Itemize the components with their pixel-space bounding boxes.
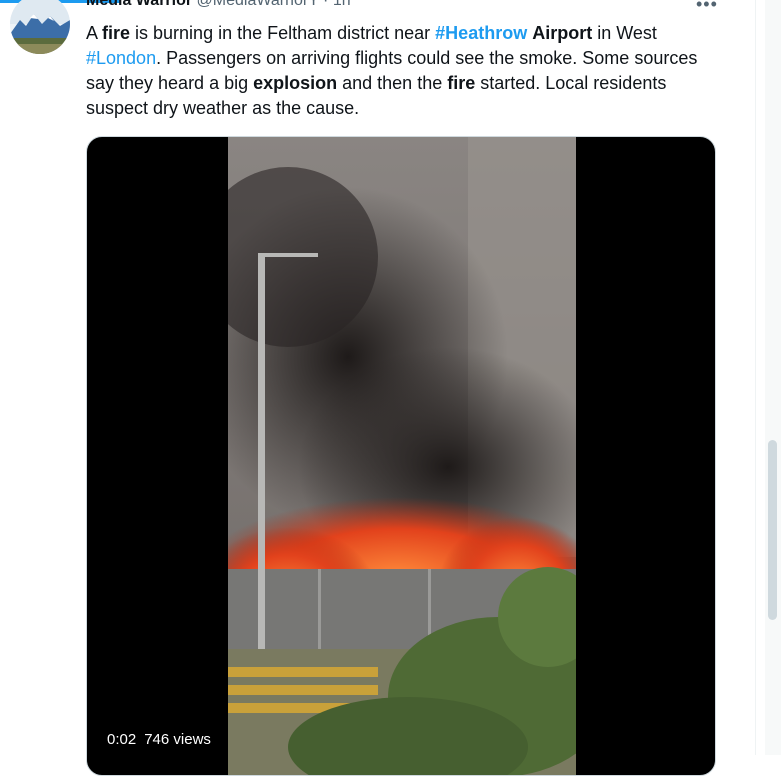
avatar[interactable] (10, 0, 70, 54)
keyword-airport: Airport (532, 23, 593, 43)
tweet-text-segment: in West (592, 23, 657, 43)
video-frame-fire-scene (228, 137, 576, 775)
scrollbar-thumb[interactable] (768, 440, 777, 620)
keyword-fire: fire (102, 23, 131, 43)
scrollbar-track[interactable] (765, 0, 781, 755)
tweet-text-segment: and then the (337, 73, 448, 93)
header-separator: · (323, 0, 329, 9)
keyword-fire: fire (447, 73, 476, 93)
tweet-text: A fire is burning in the Feltham distric… (86, 21, 726, 121)
video-elapsed-time: 0:02 (107, 731, 137, 748)
avatar-mountain-image (10, 0, 70, 54)
video-overlay: 0:02 746 views (101, 727, 217, 752)
author-handle[interactable]: @MediaWarriorY (197, 0, 319, 9)
tweet-header: Media Warrior @MediaWarriorY · 1h (86, 0, 351, 11)
video-player[interactable]: 0:02 746 views (86, 136, 716, 776)
more-horizontal-icon[interactable]: ••• (696, 0, 718, 15)
tweet-text-segment: is burning in the Feltham district near (130, 23, 436, 43)
tweet-time[interactable]: 1h (333, 0, 351, 9)
keyword-explosion: explosion (253, 73, 338, 93)
author-name[interactable]: Media Warrior (86, 0, 192, 9)
hashtag-heathrow-link[interactable]: #Heathrow (435, 23, 527, 43)
timeline-border (755, 0, 756, 755)
video-view-count: 746 views (144, 731, 211, 748)
tweet-text-segment: A (86, 23, 103, 43)
hashtag-london-link[interactable]: #London (86, 48, 156, 68)
